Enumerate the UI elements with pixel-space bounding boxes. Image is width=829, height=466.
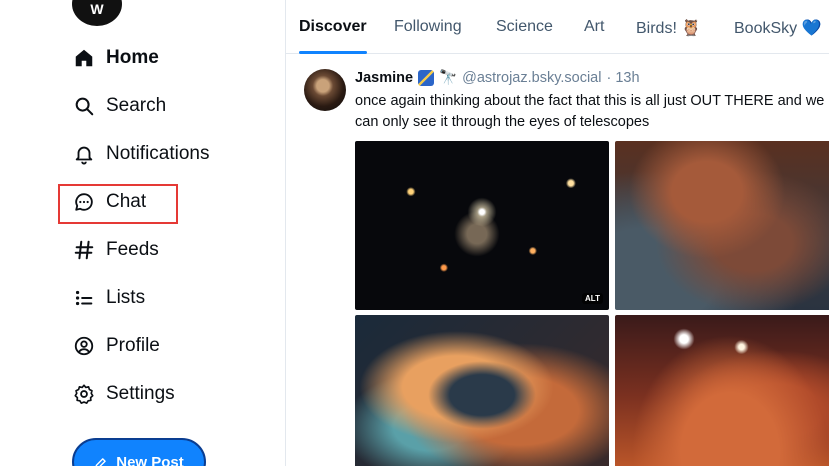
- new-post-button[interactable]: New Post: [72, 438, 206, 466]
- sidebar-item-home[interactable]: Home: [72, 42, 159, 74]
- post-author-handle[interactable]: @astrojaz.bsky.social: [462, 70, 601, 86]
- avatar-letter: W: [90, 1, 104, 17]
- sidebar-item-label: Notifications: [106, 143, 210, 164]
- tab-birds[interactable]: Birds! 🦉: [636, 18, 701, 38]
- post-text-line: can only see it through the eyes of tele…: [355, 114, 650, 130]
- sidebar-item-notifications[interactable]: Notifications: [72, 138, 210, 170]
- sidebar-item-label: Feeds: [106, 239, 159, 260]
- home-icon: [72, 46, 96, 70]
- post-image-star-forming-region[interactable]: [615, 315, 829, 466]
- user-circle-icon: [72, 334, 96, 358]
- chat-bubble-icon: [72, 190, 96, 214]
- tab-art[interactable]: Art: [584, 18, 604, 36]
- sidebar-item-label: Settings: [106, 383, 175, 404]
- sidebar-item-profile[interactable]: Profile: [72, 330, 160, 362]
- gear-icon: [72, 382, 96, 406]
- list-icon: [72, 286, 96, 310]
- new-post-label: New Post: [116, 454, 184, 466]
- bell-icon: [72, 142, 96, 166]
- sidebar-item-lists[interactable]: Lists: [72, 282, 145, 314]
- sidebar-item-label: Profile: [106, 335, 160, 356]
- alt-text-badge[interactable]: ALT: [582, 293, 603, 304]
- hash-icon: [72, 238, 96, 262]
- sidebar-item-feeds[interactable]: Feeds: [72, 234, 159, 266]
- tab-booksky[interactable]: BookSky 💙: [734, 18, 822, 38]
- tab-science[interactable]: Science: [496, 18, 553, 36]
- sidebar-item-search[interactable]: Search: [72, 90, 166, 122]
- sidebar-item-label: Search: [106, 95, 167, 116]
- tab-following[interactable]: Following: [394, 18, 462, 36]
- sidebar-item-label: Home: [106, 47, 159, 68]
- feed-post[interactable]: Jasmine 🔭 @astrojaz.bsky.social · 13h on…: [286, 55, 829, 466]
- post-image-horsehead-nebula[interactable]: [615, 141, 829, 310]
- pencil-icon: [94, 454, 108, 466]
- post-timestamp[interactable]: · 13h: [606, 70, 639, 86]
- sidebar: W Home Search Notifications Chat Feeds L…: [0, 0, 285, 466]
- post-author-avatar[interactable]: [304, 69, 346, 111]
- post-image-supernova-remnant[interactable]: [355, 315, 609, 466]
- sidebar-item-label: Chat: [106, 191, 147, 212]
- post-image-deep-field[interactable]: ALT: [355, 141, 609, 310]
- telescope-emoji: 🔭: [439, 70, 458, 86]
- tab-discover[interactable]: Discover: [299, 18, 367, 36]
- main-feed: Discover Following Science Art Birds! 🦉 …: [286, 0, 829, 466]
- search-icon: [72, 94, 96, 118]
- post-text-line: once again thinking about the fact that …: [355, 93, 825, 109]
- user-avatar[interactable]: W: [72, 0, 122, 26]
- post-text: once again thinking about the fact that …: [355, 91, 829, 133]
- post-header: Jasmine 🔭 @astrojaz.bsky.social · 13h: [355, 69, 640, 86]
- flag-badge-icon: [418, 69, 435, 86]
- sidebar-item-settings[interactable]: Settings: [72, 378, 175, 410]
- sidebar-item-label: Lists: [106, 287, 146, 308]
- sidebar-item-chat[interactable]: Chat: [72, 186, 146, 218]
- post-author-name[interactable]: Jasmine: [355, 70, 413, 86]
- active-tab-indicator: [299, 51, 367, 54]
- feed-tabs: Discover Following Science Art Birds! 🦉 …: [286, 0, 829, 54]
